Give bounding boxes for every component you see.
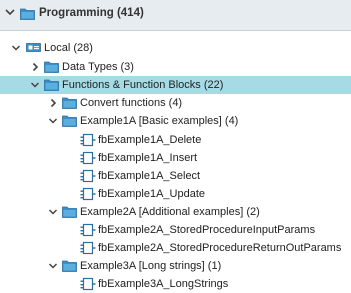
tree-label-convert-functions: Convert functions (4) — [80, 97, 183, 109]
tree-label-fb: fbExample3A_LongStrings — [98, 278, 229, 290]
tree-label-example3a: Example3A [Long strings] (1) — [80, 260, 222, 272]
function-block-icon — [80, 151, 96, 165]
panel-header[interactable]: Programming (414) — [0, 0, 351, 31]
tree-label-data-types: Data Types (3) — [62, 61, 134, 73]
panel-title: Programming (414) — [39, 7, 144, 19]
folder-icon — [62, 115, 77, 127]
function-block-icon — [80, 223, 96, 237]
tree-label-example2a: Example2A [Additional examples] (2) — [80, 206, 260, 218]
local-device-icon — [26, 43, 41, 52]
function-block-icon — [80, 241, 96, 255]
tree-item-fb[interactable]: fbExample1A_Update — [0, 185, 351, 203]
chevron-right-icon[interactable] — [30, 62, 40, 72]
tree-label-local: Local (28) — [44, 42, 93, 54]
function-block-icon — [80, 169, 96, 183]
tree-item-example2a[interactable]: Example2A [Additional examples] (2) — [0, 203, 351, 221]
tree-item-fb[interactable]: fbExample2A_StoredProcedureReturnOutPara… — [0, 239, 351, 257]
tree-item-fb[interactable]: fbExample2A_StoredProcedureInputParams — [0, 221, 351, 239]
chevron-right-icon[interactable] — [48, 98, 58, 108]
folder-icon — [44, 79, 59, 91]
chevron-down-icon[interactable] — [4, 6, 16, 18]
chevron-down-icon[interactable] — [30, 80, 40, 90]
chevron-down-icon[interactable] — [11, 43, 21, 53]
folder-icon — [62, 97, 77, 109]
function-block-icon — [80, 133, 96, 147]
tree-item-convert-functions[interactable]: Convert functions (4) — [0, 94, 351, 112]
tree-label-fb: fbExample1A_Delete — [98, 134, 202, 146]
chevron-down-icon[interactable] — [48, 207, 58, 217]
chevron-down-icon[interactable] — [48, 261, 58, 271]
function-block-icon — [80, 277, 96, 291]
tree-label-fb: fbExample1A_Select — [98, 170, 201, 182]
tree-label-functions: Functions & Function Blocks (22) — [62, 79, 224, 91]
folder-icon — [44, 61, 59, 73]
tree-item-fb[interactable]: fbExample3A_LongStrings — [0, 275, 351, 293]
tree-label-fb: fbExample2A_StoredProcedureReturnOutPara… — [98, 242, 342, 254]
tree-item-example3a[interactable]: Example3A [Long strings] (1) — [0, 257, 351, 275]
tree-item-functions[interactable]: Functions & Function Blocks (22) — [0, 76, 351, 94]
tree-label-example1a: Example1A [Basic examples] (4) — [80, 115, 239, 127]
folder-icon — [20, 8, 35, 20]
tree-label-fb: fbExample2A_StoredProcedureInputParams — [98, 224, 316, 236]
tree-label-fb: fbExample1A_Update — [98, 188, 206, 200]
tree-item-fb[interactable]: fbExample1A_Insert — [0, 149, 351, 167]
function-block-icon — [80, 187, 96, 201]
chevron-down-icon[interactable] — [48, 116, 58, 126]
tree-item-fb[interactable]: fbExample1A_Select — [0, 167, 351, 185]
tree-item-fb[interactable]: fbExample1A_Delete — [0, 131, 351, 149]
folder-icon — [62, 206, 77, 218]
folder-icon — [62, 260, 77, 272]
tree-item-example1a[interactable]: Example1A [Basic examples] (4) — [0, 112, 351, 130]
tree-label-fb: fbExample1A_Insert — [98, 152, 198, 164]
tree-item-local[interactable]: Local (28) — [0, 39, 351, 57]
tree-item-data-types[interactable]: Data Types (3) — [0, 58, 351, 76]
